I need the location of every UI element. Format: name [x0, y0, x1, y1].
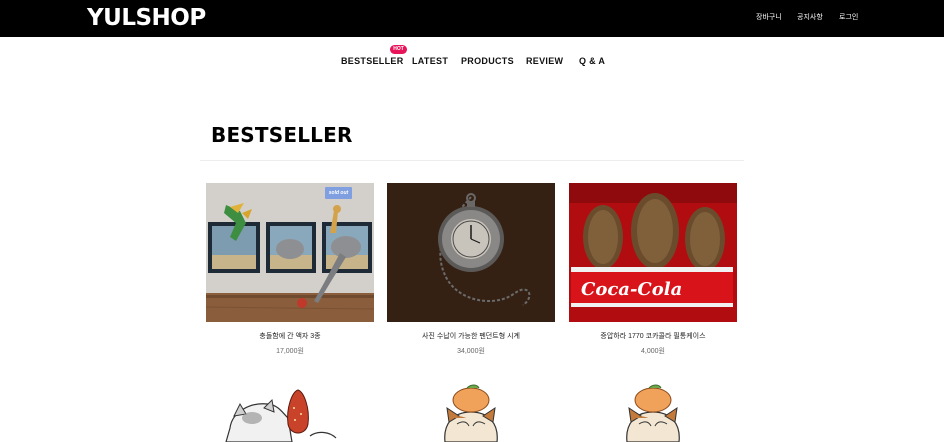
section-divider — [200, 160, 744, 161]
hot-badge: HOT — [390, 45, 407, 54]
product-image[interactable]: sold out — [206, 183, 374, 322]
product-name[interactable]: 사진 수납이 가능한 펜던트형 시계 — [387, 332, 555, 342]
site-logo[interactable]: YULSHOP — [87, 5, 206, 32]
product-name[interactable]: 충돌함에 간 액자 3종 — [206, 332, 374, 342]
nav-review[interactable]: REVIEW — [526, 55, 563, 67]
product-image[interactable] — [387, 183, 555, 322]
product-image[interactable]: Coca-Cola — [569, 183, 737, 322]
nav-products[interactable]: PRODUCTS — [461, 55, 514, 67]
cart-link[interactable]: 장바구니 — [756, 13, 782, 23]
notice-link[interactable]: 공지사항 — [797, 13, 823, 23]
product-image[interactable] — [387, 378, 555, 442]
login-link[interactable]: 로그인 — [839, 13, 858, 23]
product-price: 17,000원 — [276, 348, 304, 355]
product-price: 4,000원 — [641, 348, 665, 355]
nav-bestseller[interactable]: BESTSELLER — [341, 55, 404, 67]
top-bar: YULSHOP 장바구니 공지사항 로그인 — [0, 0, 944, 37]
product-image[interactable] — [206, 378, 374, 442]
product-name[interactable]: 증압하라 1770 코카콜라 필통케이스 — [569, 332, 737, 342]
nav-qa[interactable]: Q & A — [579, 55, 605, 67]
nav-latest[interactable]: LATEST — [412, 55, 448, 67]
svg-text:Coca-Cola: Coca-Cola — [581, 279, 682, 300]
soldout-badge: sold out — [325, 187, 352, 199]
product-price: 34,000원 — [457, 348, 485, 355]
section-title: BESTSELLER — [211, 123, 353, 147]
product-image[interactable] — [569, 378, 737, 442]
